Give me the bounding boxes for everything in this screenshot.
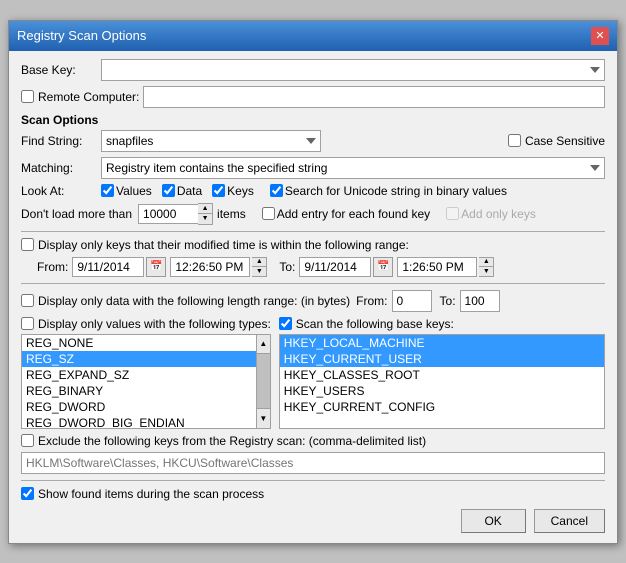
list-item[interactable]: HKEY_CLASSES_ROOT [280, 367, 604, 383]
scan-options-label: Scan Options [21, 113, 605, 127]
add-entry-checkbox[interactable] [262, 207, 275, 220]
list-item[interactable]: HKEY_LOCAL_MACHINE [280, 335, 604, 351]
close-button[interactable]: ✕ [591, 27, 609, 45]
list-item[interactable]: REG_DWORD_BIG_ENDIAN [22, 415, 256, 429]
from-time-down[interactable]: ▼ [252, 267, 266, 276]
base-keys-list[interactable]: HKEY_LOCAL_MACHINE HKEY_CURRENT_USER HKE… [279, 334, 605, 429]
len-to-label: To: [440, 294, 456, 308]
data-checkbox[interactable] [162, 184, 175, 197]
items-label: items [217, 207, 246, 221]
find-string-label: Find String: [21, 134, 101, 148]
case-sensitive-label: Case Sensitive [525, 134, 605, 148]
list-item[interactable]: HKEY_CURRENT_CONFIG [280, 399, 604, 415]
add-only-checkbox [446, 207, 459, 220]
list-item[interactable]: REG_NONE [22, 335, 256, 351]
exclude-keys-checkbox[interactable] [21, 434, 34, 447]
len-from-label: From: [356, 294, 387, 308]
show-found-label: Show found items during the scan process [38, 487, 264, 501]
to-date-cal[interactable]: 📅 [373, 257, 393, 277]
dont-load-down[interactable]: ▼ [198, 214, 212, 224]
types-scrollbar-thumb[interactable] [257, 354, 270, 409]
cancel-button[interactable]: Cancel [534, 509, 605, 533]
remote-computer-checkbox[interactable] [21, 90, 34, 103]
from-label: From: [37, 260, 68, 274]
from-time-up[interactable]: ▲ [252, 258, 266, 267]
display-modified-checkbox[interactable] [21, 238, 34, 251]
from-date-cal[interactable]: 📅 [146, 257, 166, 277]
title-bar: Registry Scan Options ✕ [9, 21, 617, 51]
keys-checkbox[interactable] [212, 184, 225, 197]
base-key-label: Base Key: [21, 63, 101, 77]
display-types-checkbox[interactable] [21, 317, 34, 330]
keys-label: Keys [227, 184, 254, 198]
data-label: Data [177, 184, 202, 198]
unicode-checkbox[interactable] [270, 184, 283, 197]
case-sensitive-checkbox[interactable] [508, 134, 521, 147]
show-found-checkbox[interactable] [21, 487, 34, 500]
to-time-input[interactable] [397, 257, 477, 277]
dialog-title: Registry Scan Options [17, 28, 146, 43]
matching-select[interactable]: Registry item contains the specified str… [101, 157, 605, 179]
from-date-input[interactable] [72, 257, 144, 277]
remote-computer-input[interactable] [143, 86, 605, 108]
list-item[interactable]: REG_EXPAND_SZ [22, 367, 256, 383]
scan-base-keys-checkbox[interactable] [279, 317, 292, 330]
to-label: To: [279, 260, 295, 274]
dont-load-label: Don't load more than [21, 207, 132, 221]
list-item[interactable]: REG_BINARY [22, 383, 256, 399]
find-string-select[interactable]: snapfiles [101, 130, 321, 152]
to-date-input[interactable] [299, 257, 371, 277]
len-from-input[interactable] [392, 290, 432, 312]
dialog: Registry Scan Options ✕ Base Key: Remote… [8, 20, 618, 544]
list-item[interactable]: HKEY_CURRENT_USER [280, 351, 604, 367]
display-length-checkbox[interactable] [21, 294, 34, 307]
ok-button[interactable]: OK [461, 509, 526, 533]
look-at-label: Look At: [21, 184, 101, 198]
list-item[interactable]: REG_DWORD [22, 399, 256, 415]
dont-load-up[interactable]: ▲ [198, 204, 212, 214]
scan-base-keys-label: Scan the following base keys: [296, 317, 454, 331]
base-key-select[interactable] [101, 59, 605, 81]
len-to-input[interactable] [460, 290, 500, 312]
display-length-label: Display only data with the following len… [38, 294, 350, 308]
display-types-label: Display only values with the following t… [38, 317, 271, 331]
matching-label: Matching: [21, 161, 101, 175]
display-modified-label: Display only keys that their modified ti… [38, 238, 409, 252]
types-scroll-up[interactable]: ▲ [257, 335, 270, 354]
exclude-keys-input[interactable] [21, 452, 605, 474]
types-scroll-down[interactable]: ▼ [257, 408, 270, 427]
values-checkbox[interactable] [101, 184, 114, 197]
from-time-input[interactable] [170, 257, 250, 277]
list-item[interactable]: HKEY_USERS [280, 383, 604, 399]
dont-load-input[interactable] [138, 204, 198, 224]
values-label: Values [116, 184, 152, 198]
exclude-keys-label: Exclude the following keys from the Regi… [38, 434, 426, 448]
remote-computer-label: Remote Computer: [38, 90, 143, 104]
to-time-down[interactable]: ▼ [479, 267, 493, 276]
unicode-label: Search for Unicode string in binary valu… [285, 184, 507, 198]
list-item[interactable]: REG_SZ [22, 351, 256, 367]
types-list[interactable]: REG_NONE REG_SZ REG_EXPAND_SZ REG_BINARY… [21, 334, 257, 429]
add-only-label: Add only keys [461, 207, 536, 221]
add-entry-label: Add entry for each found key [277, 207, 430, 221]
to-time-up[interactable]: ▲ [479, 258, 493, 267]
